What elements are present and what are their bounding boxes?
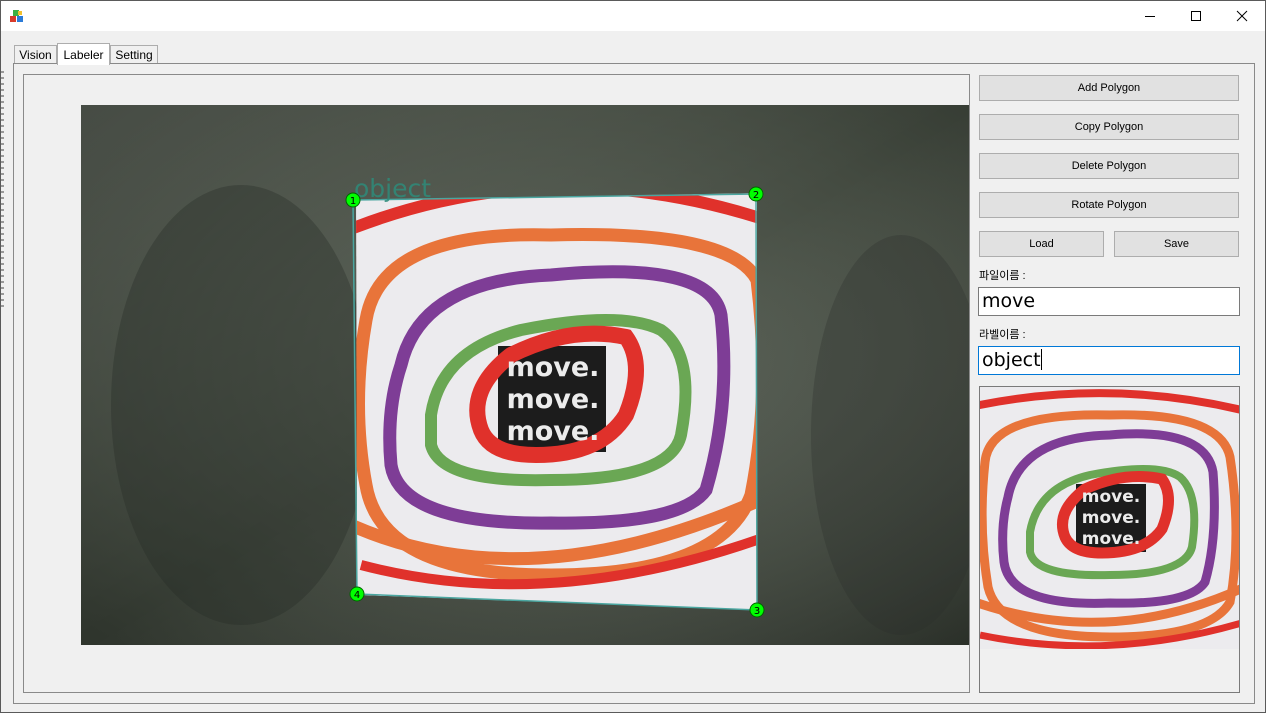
- add-polygon-button[interactable]: Add Polygon: [979, 75, 1239, 101]
- rotate-polygon-button[interactable]: Rotate Polygon: [979, 192, 1239, 218]
- vertex-number-2: 2: [753, 190, 759, 201]
- poster-text-line-3: move.: [507, 416, 600, 447]
- maximize-icon: [1191, 11, 1201, 21]
- preview-image: move. move. move.: [980, 387, 1239, 649]
- poster-artwork: move. move. move.: [356, 193, 757, 610]
- file-name-label: 파일이름 :: [979, 270, 1026, 282]
- vertex-handle-4[interactable]: 4: [349, 586, 365, 602]
- close-icon: [1236, 10, 1248, 22]
- polygon-label-text: object: [354, 174, 431, 203]
- image-canvas[interactable]: move. move. move. object 1 2 3 4: [81, 105, 969, 645]
- app-icon: [10, 10, 23, 22]
- poster-text-line-1: move.: [507, 352, 600, 383]
- file-name-value: move: [982, 290, 1036, 312]
- vertex-number-3: 3: [754, 606, 760, 617]
- vertex-number-1: 1: [350, 196, 356, 207]
- load-button[interactable]: Load: [979, 231, 1104, 257]
- tab-vision[interactable]: Vision: [14, 45, 57, 63]
- crop-preview: move. move. move.: [980, 387, 1239, 649]
- resize-grip: [1, 71, 4, 311]
- application-window: Vision Labeler Setting move. move. move.…: [0, 0, 1266, 713]
- close-button[interactable]: [1219, 1, 1265, 31]
- minimize-icon: [1145, 16, 1155, 17]
- text-caret: [1040, 349, 1042, 370]
- vertex-handle-3[interactable]: 3: [749, 602, 765, 618]
- file-name-field[interactable]: move: [978, 287, 1240, 316]
- label-name-value: object: [982, 349, 1041, 371]
- preview-text-line-1: move.: [1082, 487, 1140, 507]
- vertex-number-4: 4: [354, 590, 360, 601]
- preview-text-line-3: move.: [1082, 529, 1140, 549]
- label-name-field[interactable]: object: [978, 346, 1240, 375]
- title-bar[interactable]: [1, 1, 1265, 31]
- label-name-label: 라벨이름 :: [979, 329, 1026, 341]
- minimize-button[interactable]: [1127, 1, 1173, 31]
- photo-image: move. move. move. object 1 2 3 4: [81, 105, 969, 645]
- tab-labeler[interactable]: Labeler: [57, 43, 110, 65]
- preview-text-line-2: move.: [1082, 508, 1140, 528]
- maximize-button[interactable]: [1173, 1, 1219, 31]
- vertex-handle-2[interactable]: 2: [748, 186, 764, 202]
- save-button[interactable]: Save: [1114, 231, 1239, 257]
- copy-polygon-button[interactable]: Copy Polygon: [979, 114, 1239, 140]
- vertex-handle-1[interactable]: 1: [345, 192, 361, 208]
- delete-polygon-button[interactable]: Delete Polygon: [979, 153, 1239, 179]
- tab-setting[interactable]: Setting: [110, 45, 158, 63]
- poster-text-line-2: move.: [507, 384, 600, 415]
